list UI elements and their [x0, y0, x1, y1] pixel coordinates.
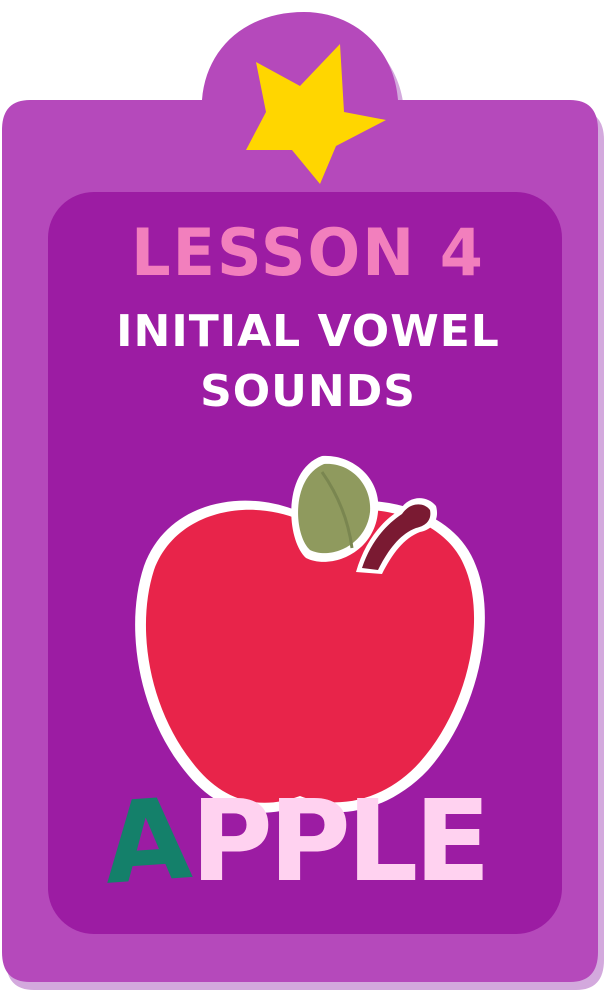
vocabulary-word: APPLE — [100, 774, 524, 910]
topic-line-1: INITIAL VOWEL — [116, 306, 500, 357]
topic-line-2: SOUNDS — [200, 366, 416, 417]
lesson-title: LESSON 4 — [131, 214, 485, 291]
word-remaining-letters: PPLE — [190, 777, 491, 907]
lesson-card: LESSON 4 INITIAL VOWEL SOUNDS APPLE — [0, 0, 616, 1000]
card-text-layer: LESSON 4 INITIAL VOWEL SOUNDS APPLE — [0, 0, 616, 1000]
word-initial-letter: A — [99, 774, 196, 910]
